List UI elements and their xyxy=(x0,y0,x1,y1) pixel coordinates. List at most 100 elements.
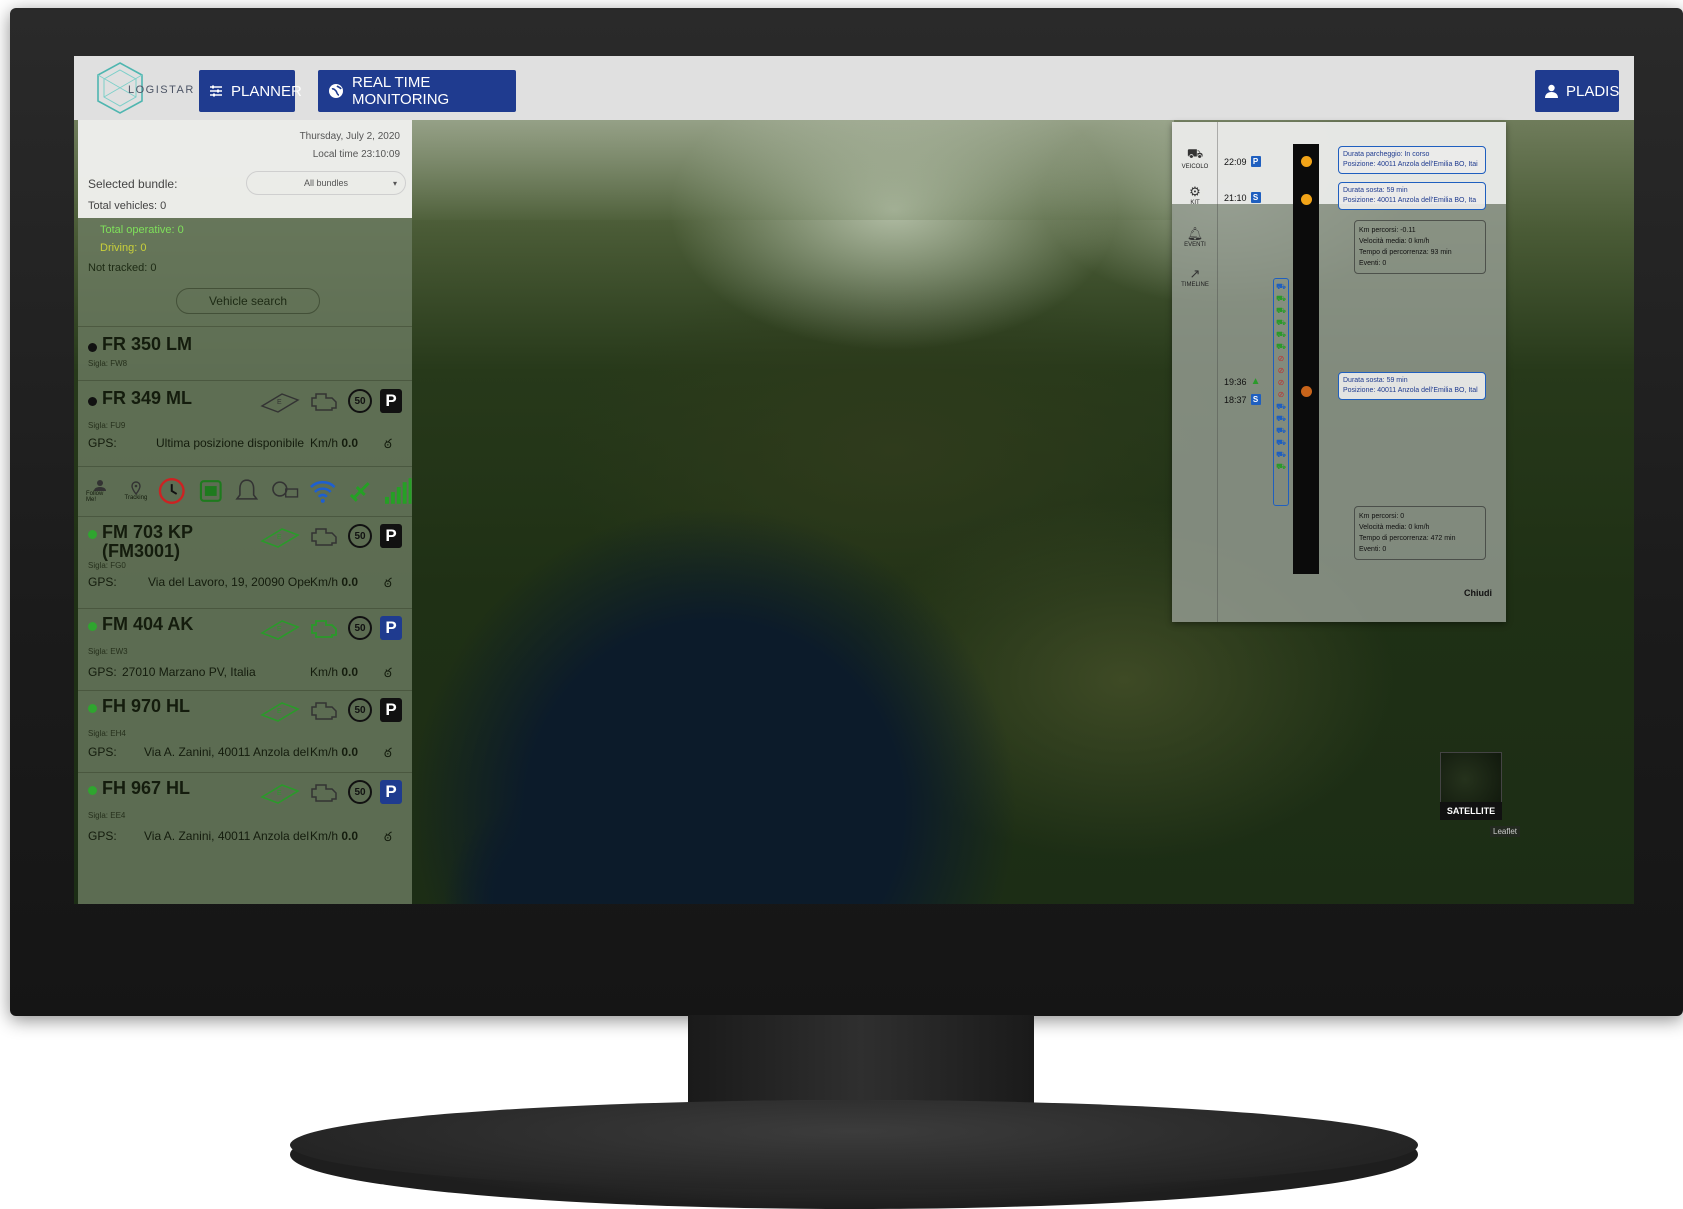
view-eye-icon[interactable]: ఠ xyxy=(384,575,392,594)
vehicle-item[interactable]: FM 404 AK E 50 P Sigla: EW3 GPS: 27010 M… xyxy=(78,608,412,690)
stop-info-box[interactable]: Durata sosta: 59 min Posizione: 40011 An… xyxy=(1338,372,1486,400)
average-speed: Velocità media: 0 km/h xyxy=(1359,238,1430,245)
trip-stats-box: Km percorsi: 0 Velocità media: 0 km/h Te… xyxy=(1354,506,1486,560)
nav-kit[interactable]: ⚙ KIT xyxy=(1176,184,1214,206)
stop-position: Posizione: 40011 Anzola dell'Emilia BO, … xyxy=(1343,387,1478,394)
stop-info-box[interactable]: Durata sosta: 59 min Posizione: 40011 An… xyxy=(1338,182,1486,210)
status-dot xyxy=(88,530,97,539)
vehicle-item[interactable]: FH 967 HL E 50 P Sigla: EE4 GPS: Via A. … xyxy=(78,772,412,856)
user-account-button[interactable]: PLADIS xyxy=(1535,70,1619,112)
status-dot xyxy=(88,622,97,631)
view-eye-icon[interactable]: ఠ xyxy=(384,665,392,684)
satellite-icon[interactable] xyxy=(347,477,375,505)
view-eye-icon[interactable]: ఠ xyxy=(384,436,392,455)
tachograph-card-icon[interactable]: E xyxy=(260,523,300,549)
nav-timeline[interactable]: ↗ TIMELINE xyxy=(1176,266,1214,288)
engine-icon[interactable] xyxy=(308,523,340,549)
user-label: PLADIS xyxy=(1566,82,1620,100)
history-clock-icon[interactable] xyxy=(157,476,187,506)
parking-badge: P xyxy=(1250,156,1261,167)
vehicle-item[interactable]: FH 970 HL E 50 P Sigla: EH4 GPS: Via A. … xyxy=(78,690,412,772)
logistar-logo[interactable]: LOGISTAR xyxy=(92,60,193,116)
timeline-entry[interactable]: 22:09 P xyxy=(1224,156,1261,167)
stop-duration: Durata sosta: 59 min xyxy=(1343,377,1408,384)
status-dot xyxy=(88,786,97,795)
vehicle-plate: FM 703 KP xyxy=(102,522,194,542)
vehicle-status-icons: E 50 P xyxy=(260,388,402,414)
vehicle-item[interactable]: FR 350 LM Sigla: FW8 xyxy=(78,326,412,380)
events-strip[interactable]: ⛟ ⛟ ⛟ ⛟ ⛟ ⛟ ⊘ ⊘ ⊘ ⊘ ⛟ ⛟ ⛟ ⛟ ⛟ ⛟ xyxy=(1273,278,1289,506)
parking-icon[interactable]: P xyxy=(380,389,402,413)
wifi-icon[interactable] xyxy=(309,478,337,504)
nav-veicolo[interactable]: ⛟ VEICOLO xyxy=(1176,146,1214,170)
engine-icon[interactable] xyxy=(308,615,340,641)
engine-icon[interactable] xyxy=(308,697,340,723)
event-icon: ⛟ xyxy=(1275,282,1287,291)
parking-duration: Durata parcheggio: In corso xyxy=(1343,151,1430,158)
driving-count: Driving: 0 xyxy=(100,242,147,254)
selected-bundle-label: Selected bundle: xyxy=(88,177,178,191)
tachograph-card-icon[interactable]: E xyxy=(260,697,300,723)
parking-icon[interactable]: P xyxy=(380,524,402,548)
engine-icon[interactable] xyxy=(308,779,340,805)
speed-limit-icon[interactable]: 50 xyxy=(348,616,372,640)
logo-text: LOGISTAR xyxy=(128,84,195,96)
vehicle-speed: Km/h 0.0 xyxy=(310,575,359,589)
events-count: Eventi: 0 xyxy=(1359,546,1387,553)
view-eye-icon[interactable]: ఠ xyxy=(384,829,392,848)
tachograph-card-icon[interactable]: E xyxy=(260,388,300,414)
real-time-monitoring-button[interactable]: REAL TIME MONITORING xyxy=(318,70,516,112)
follow-me-tool[interactable]: Follow Me! xyxy=(86,479,115,503)
speed-limit-icon[interactable]: 50 xyxy=(348,389,372,413)
vehicle-item[interactable]: FM 703 KP (FM3001) E 50 P Sigla: FG0 GPS… xyxy=(78,516,412,608)
parking-icon[interactable]: P xyxy=(380,698,402,722)
nav-eventi[interactable]: 🔔︎ EVENTI xyxy=(1176,226,1214,248)
truck-settings-icon[interactable] xyxy=(270,477,300,505)
event-icon: ⛟ xyxy=(1275,402,1287,411)
parking-icon[interactable]: P xyxy=(380,616,402,640)
nav-veicolo-label: VEICOLO xyxy=(1181,164,1209,170)
vehicle-status-icons: E 50 P xyxy=(260,523,402,549)
map-attribution[interactable]: Leaflet xyxy=(1490,826,1521,837)
travel-time: Tempo di percorrenza: 472 min xyxy=(1359,535,1456,542)
top-bar: LOGISTAR PLANNER REAL TIME MONITORING PL… xyxy=(74,56,1634,120)
fleet-info-card: Thursday, July 2, 2020 Local time 23:10:… xyxy=(78,120,412,218)
stop-badge: S xyxy=(1250,394,1261,405)
timeline-entry[interactable]: 19:36 ▲ xyxy=(1224,376,1261,387)
gps-label: GPS: xyxy=(88,829,117,843)
speed-limit-icon[interactable]: 50 xyxy=(348,780,372,804)
engine-icon[interactable] xyxy=(308,388,340,414)
speed-limit-icon[interactable]: 50 xyxy=(348,698,372,722)
bell-icon[interactable] xyxy=(234,477,260,505)
timeline-panel: ⛟ VEICOLO ⚙ KIT 🔔︎ EVENTI ↗ TIMELINE 22:09 P … xyxy=(1172,122,1506,622)
parking-icon[interactable]: P xyxy=(380,780,402,804)
parking-position: Posizione: 40011 Anzola dell'Emilia BO, … xyxy=(1343,161,1478,168)
entry-time: 21:10 xyxy=(1224,192,1247,203)
speed-limit-icon[interactable]: 50 xyxy=(348,524,372,548)
vehicle-sigla: Sigla: EH4 xyxy=(88,729,126,738)
parking-info-box[interactable]: Durata parcheggio: In corso Posizione: 4… xyxy=(1338,146,1486,174)
tachograph-card-icon[interactable]: E xyxy=(260,779,300,805)
gps-position: Via A. Zanini, 40011 Anzola del xyxy=(144,745,310,759)
vehicle-search-button[interactable]: Vehicle search xyxy=(176,288,320,314)
nav-eventi-label: EVENTI xyxy=(1184,242,1206,248)
close-button[interactable]: Chiudi xyxy=(1464,588,1492,598)
vehicle-list-panel: Thursday, July 2, 2020 Local time 23:10:… xyxy=(78,120,412,904)
timeline-entry[interactable]: 21:10 S xyxy=(1224,192,1261,203)
view-eye-icon[interactable]: ఠ xyxy=(384,745,392,764)
vehicle-speed: Km/h 0.0 xyxy=(310,829,359,843)
bundle-select[interactable]: All bundles ▾ xyxy=(246,171,406,195)
planner-button[interactable]: PLANNER xyxy=(199,70,302,112)
nav-kit-label: KIT xyxy=(1190,200,1200,206)
tachograph-card-icon[interactable]: E xyxy=(260,615,300,641)
device-icon[interactable] xyxy=(197,477,225,505)
satellite-label[interactable]: SATELLITE xyxy=(1440,802,1502,820)
tracking-tool[interactable]: Tracking xyxy=(125,480,147,501)
start-badge: ▲ xyxy=(1250,376,1261,387)
event-icon: ⛟ xyxy=(1275,318,1287,327)
timeline-marker xyxy=(1301,386,1312,397)
signal-strength-icon[interactable] xyxy=(384,477,412,505)
gps-position: Via A. Zanini, 40011 Anzola del xyxy=(144,829,310,843)
timeline-entry[interactable]: 18:37 S xyxy=(1224,394,1261,405)
vehicle-item[interactable]: FR 349 ML E 50 P Sigla: FU9 GPS: Ultima … xyxy=(78,380,412,462)
